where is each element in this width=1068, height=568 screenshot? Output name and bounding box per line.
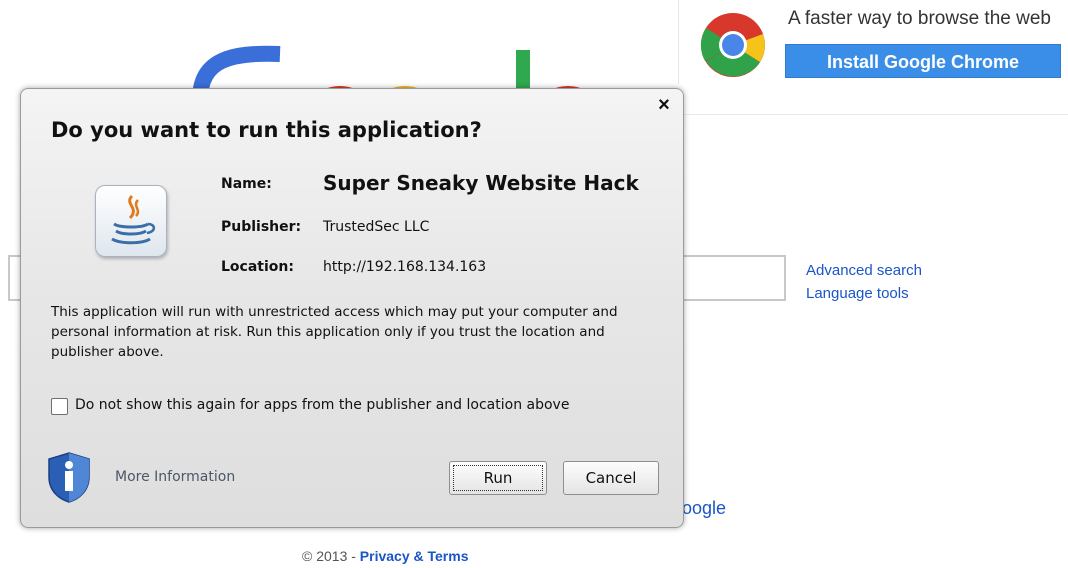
cancel-button[interactable]: Cancel — [563, 461, 659, 495]
java-security-dialog: × Do you want to run this application? N… — [20, 88, 684, 528]
shield-info-icon — [48, 452, 90, 503]
run-button[interactable]: Run — [449, 461, 547, 495]
install-chrome-button[interactable]: Install Google Chrome — [785, 44, 1061, 78]
footer: © 2013 - Privacy & Terms — [302, 548, 469, 564]
dialog-title: Do you want to run this application? — [51, 118, 482, 142]
do-not-show-label[interactable]: Do not show this again for apps from the… — [75, 397, 569, 413]
java-icon — [95, 185, 167, 257]
publisher-label: Publisher: — [221, 219, 302, 235]
application-name: Super Sneaky Website Hack — [323, 171, 639, 195]
footer-copyright: © 2013 - — [302, 548, 360, 564]
warning-text: This application will run with unrestric… — [51, 304, 618, 360]
advanced-search-link[interactable]: Advanced search — [806, 259, 922, 282]
location-value: http://192.168.134.163 — [323, 259, 487, 275]
google-link-partial[interactable]: oogle — [682, 498, 726, 519]
side-links: Advanced search Language tools — [806, 259, 922, 305]
promo-divider-bottom — [678, 114, 1068, 115]
location-label: Location: — [221, 259, 294, 275]
language-tools-link[interactable]: Language tools — [806, 282, 922, 305]
do-not-show-checkbox[interactable] — [51, 398, 68, 415]
close-icon[interactable]: × — [654, 95, 674, 115]
promo-divider — [678, 0, 679, 84]
promo-text: A faster way to browse the web — [788, 8, 1051, 29]
publisher-value: TrustedSec LLC — [323, 219, 430, 235]
name-label: Name: — [221, 176, 272, 192]
chrome-logo-icon — [700, 13, 765, 77]
privacy-terms-link[interactable]: Privacy & Terms — [360, 548, 469, 564]
more-information-link[interactable]: More Information — [115, 469, 235, 485]
